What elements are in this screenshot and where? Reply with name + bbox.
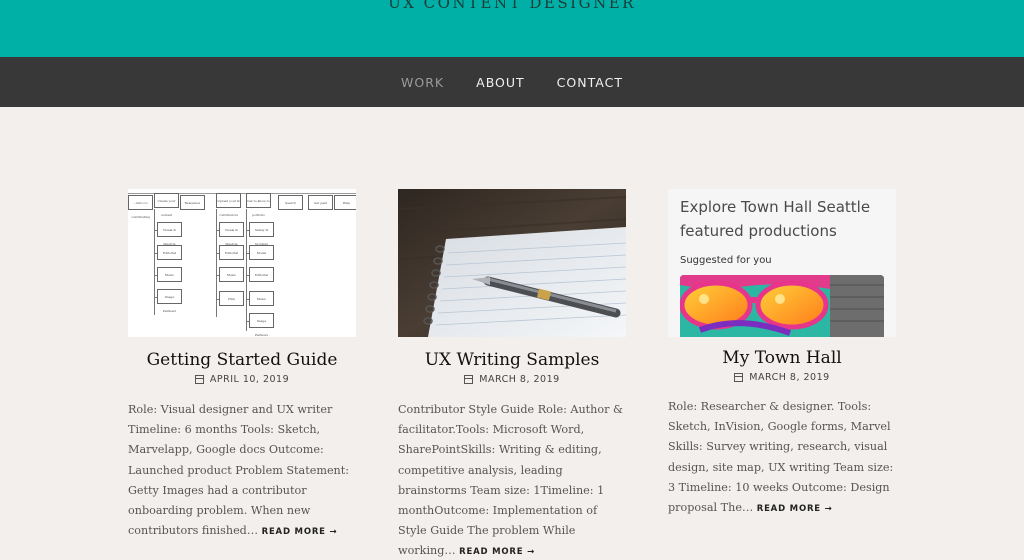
post-card-ux-writing: UX Writing Samples MARCH 8, 2019 Contrib…	[398, 189, 626, 560]
post-date: MARCH 8, 2019	[668, 372, 896, 383]
post-date: APRIL 10, 2019	[128, 374, 356, 385]
post-card-getting-started: ...intro to contributing Create your con…	[128, 189, 356, 542]
calendar-icon	[734, 373, 744, 382]
post-thumbnail-flowchart[interactable]: ...intro to contributing Create your con…	[128, 189, 356, 337]
post-date-text[interactable]: MARCH 8, 2019	[749, 372, 829, 383]
flow-box: Help	[334, 195, 356, 210]
flow-box: Model	[249, 245, 274, 260]
site-header: UX CONTENT DESIGNER	[0, 0, 1024, 57]
thumbnail-heading: Explore Town Hall Seattle featured produ…	[680, 198, 871, 240]
read-more-link[interactable]: READ MORE →	[459, 547, 535, 557]
post-title[interactable]: My Town Hall	[668, 347, 896, 369]
main-nav: WORK ABOUT CONTACT	[0, 57, 1024, 107]
flow-box: Music	[219, 267, 244, 282]
post-title[interactable]: UX Writing Samples	[398, 349, 626, 371]
nav-item-about[interactable]: ABOUT	[476, 75, 525, 90]
flow-box: Editorial	[157, 245, 182, 260]
flow-box: Image Partners	[249, 313, 274, 337]
post-thumbnail-townhall[interactable]: Explore Town Hall Seattle featured produ…	[668, 189, 896, 337]
flow-box: Music	[249, 291, 274, 306]
flow-box: ...intro to contributing	[128, 195, 153, 219]
calendar-icon	[464, 375, 474, 384]
flow-box: Editorial	[249, 267, 274, 282]
read-more-link[interactable]: READ MORE →	[262, 527, 338, 537]
flow-box: Get to know to portfolio	[246, 193, 271, 217]
post-date-text[interactable]: MARCH 8, 2019	[479, 374, 559, 385]
post-thumbnail-notebook[interactable]	[398, 189, 626, 337]
post-date-text[interactable]: APRIL 10, 2019	[210, 374, 289, 385]
flow-box: Relevance	[180, 195, 205, 210]
post-title[interactable]: Getting Started Guide	[128, 349, 356, 371]
flow-box: Editorial	[219, 245, 244, 260]
calendar-icon	[194, 375, 204, 384]
post-excerpt: Role: Visual designer and UX writer Time…	[128, 400, 356, 542]
post-excerpt-text: Contributor Style Guide Role: Author & f…	[398, 403, 623, 558]
flow-box: Film	[219, 291, 244, 306]
post-date: MARCH 8, 2019	[398, 374, 626, 385]
flow-box: Safety & Incident	[249, 222, 274, 246]
post-excerpt: Contributor Style Guide Role: Author & f…	[398, 400, 626, 560]
nav-item-contact[interactable]: CONTACT	[557, 75, 623, 90]
graffiti-artwork-image	[680, 275, 884, 337]
post-excerpt-text: Role: Visual designer and UX writer Time…	[128, 403, 350, 538]
flow-box: Get paid	[308, 195, 333, 210]
flow-box: Create your content	[154, 193, 179, 217]
post-excerpt-text: Role: Researcher & designer. Tools: Sket…	[668, 400, 894, 515]
flow-box: Image Partners	[157, 289, 182, 313]
post-card-town-hall: Explore Town Hall Seattle featured produ…	[668, 189, 896, 519]
notebook-pen-image	[398, 189, 626, 337]
flow-box: Search	[278, 195, 303, 210]
flow-box: Visual & lifestyle imagery	[157, 222, 182, 260]
site-title[interactable]: UX CONTENT DESIGNER	[0, 0, 1024, 12]
thumbnail-subheading: Suggested for you	[680, 255, 772, 266]
nav-item-work[interactable]: WORK	[401, 75, 444, 90]
flow-box: Music	[157, 267, 182, 282]
post-excerpt: Role: Researcher & designer. Tools: Sket…	[668, 397, 896, 519]
read-more-link[interactable]: READ MORE →	[757, 504, 833, 514]
flow-box: Visual & lifestyle imagery	[219, 222, 244, 260]
flow-box: Upload your & contributors	[216, 193, 241, 217]
